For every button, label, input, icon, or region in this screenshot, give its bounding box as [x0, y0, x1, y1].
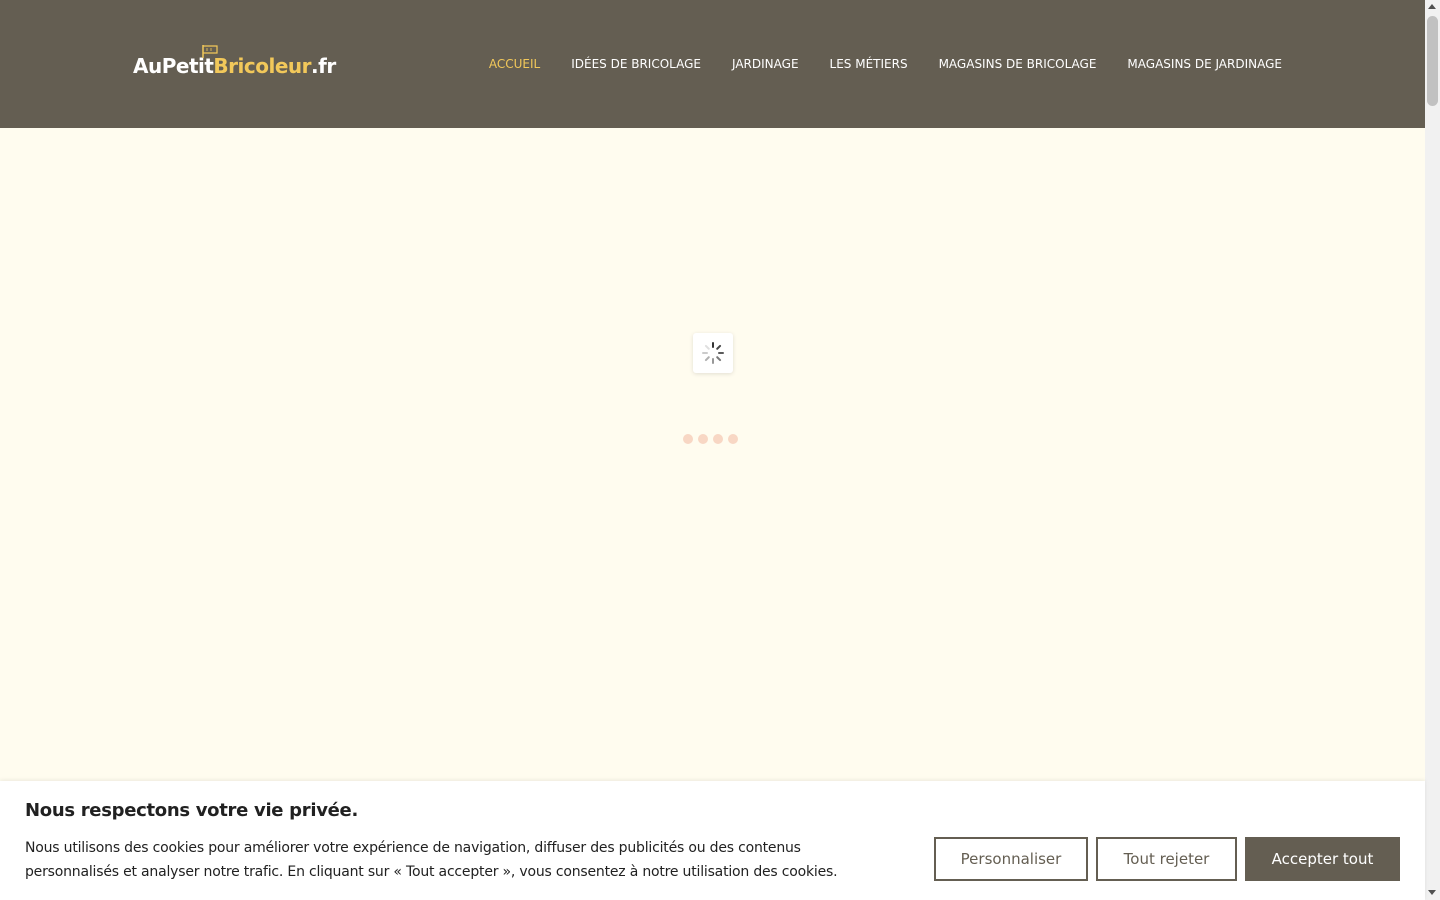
flag-icon [202, 45, 218, 58]
accept-all-button[interactable]: Accepter tout [1245, 837, 1400, 881]
logo-text-part3: .fr [311, 54, 336, 78]
page-scrollbar[interactable] [1425, 0, 1440, 900]
nav-item-magasins-de-bricolage[interactable]: MAGASINS DE BRICOLAGE [939, 57, 1097, 71]
nav-item-magasins-de-jardinage[interactable]: MAGASINS DE JARDINAGE [1127, 57, 1282, 71]
scroll-up-arrow-icon[interactable] [1428, 4, 1436, 9]
loading-dot [728, 434, 738, 444]
site-logo[interactable]: AuPetit Bricoleur .fr [133, 44, 336, 78]
loading-dot [698, 434, 708, 444]
loading-spinner [693, 333, 733, 373]
nav-item-jardinage[interactable]: JARDINAGE [732, 57, 799, 71]
loading-dots [683, 434, 738, 444]
nav-item-idees-de-bricolage[interactable]: IDÉES DE BRICOLAGE [571, 57, 701, 71]
loading-dot [683, 434, 693, 444]
cookie-title: Nous respectons votre vie privée. [25, 800, 359, 821]
customize-button[interactable]: Personnaliser [934, 837, 1088, 881]
site-header: AuPetit Bricoleur .fr ACCUEIL IDÉES DE B… [0, 0, 1425, 128]
reject-all-button[interactable]: Tout rejeter [1096, 837, 1237, 881]
scroll-down-arrow-icon[interactable] [1428, 890, 1436, 895]
cookie-consent-banner: Nous respectons votre vie privée. Nous u… [0, 781, 1425, 900]
cookie-description: Nous utilisons des cookies pour améliore… [25, 840, 838, 880]
nav-item-accueil[interactable]: ACCUEIL [489, 57, 540, 71]
spinner-icon [702, 342, 724, 364]
nav-item-les-metiers[interactable]: LES MÉTIERS [830, 57, 908, 71]
loading-dot [713, 434, 723, 444]
main-nav: ACCUEIL IDÉES DE BRICOLAGE JARDINAGE LES… [489, 54, 1282, 74]
scrollbar-thumb[interactable] [1427, 16, 1438, 106]
logo-text-part2: Bricoleur [213, 54, 312, 78]
